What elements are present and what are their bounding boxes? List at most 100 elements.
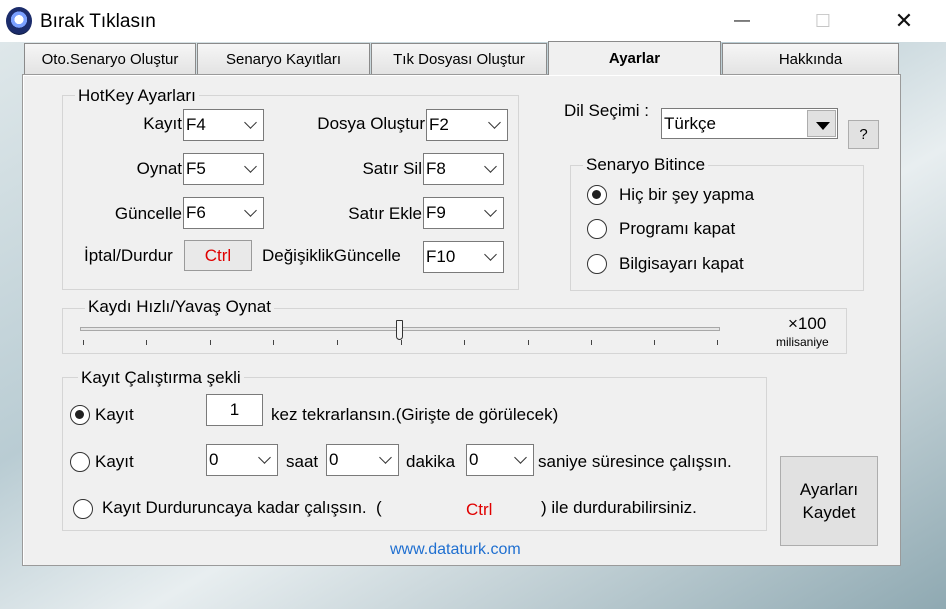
run-mode-title: Kayıt Çalıştırma şekli xyxy=(78,368,244,388)
slider-tick xyxy=(146,340,147,345)
tab-hakkinda[interactable]: Hakkında xyxy=(722,43,899,74)
slider-tick xyxy=(83,340,84,345)
slider-tick xyxy=(401,340,402,345)
selected-value: Türkçe xyxy=(664,113,716,133)
dropdown-button[interactable] xyxy=(807,110,836,137)
satirekle-hotkey-label: Satır Ekle xyxy=(348,204,422,223)
stop-suffix-label: ) ile durdurabilirsiniz. xyxy=(541,498,697,517)
speed-unit: milisaniye xyxy=(776,335,829,349)
selected-value: 0 xyxy=(329,450,339,469)
chevron-down-icon xyxy=(484,204,497,217)
iptal-hotkey-label: İptal/Durdur xyxy=(84,246,173,265)
run-mode-radio-repeat[interactable] xyxy=(70,405,90,425)
minimize-icon: — xyxy=(734,12,750,29)
degisiklik-hotkey-label: DeğişiklikGüncelle xyxy=(262,246,401,265)
chevron-down-icon xyxy=(244,160,257,173)
tab-label: Hakkında xyxy=(778,50,843,68)
dropdown-arrow-icon xyxy=(816,122,830,130)
speed-group-title: Kaydı Hızlı/Yavaş Oynat xyxy=(85,297,274,317)
scenario-end-radio-1[interactable] xyxy=(587,219,607,239)
selected-value: F2 xyxy=(429,115,449,134)
title-bar: Bırak Tıklasın — ☐ ✕ xyxy=(0,0,946,42)
oynat-hotkey-select[interactable]: F5 xyxy=(183,153,264,185)
chevron-down-icon xyxy=(258,451,271,464)
run-mode-radio-duration[interactable] xyxy=(70,452,90,472)
scenario-end-option-label: Programı kapat xyxy=(619,219,736,238)
guncelle-hotkey-label: Güncelle xyxy=(114,204,182,223)
satirekle-hotkey-select[interactable]: F9 xyxy=(423,197,504,229)
window-title: Bırak Tıklasın xyxy=(40,11,156,32)
maximize-icon: ☐ xyxy=(814,10,832,31)
satirsil-hotkey-select[interactable]: F8 xyxy=(423,153,504,185)
selected-value: F5 xyxy=(186,159,206,178)
close-button[interactable]: ✕ xyxy=(881,0,927,42)
tab-label: Senaryo Kayıtları xyxy=(225,50,342,68)
repeat-suffix-label: kez tekrarlansın.(Girişte de görülecek) xyxy=(271,405,559,424)
slider-tick xyxy=(273,340,274,345)
iptal-hotkey-box: Ctrl xyxy=(184,240,252,271)
tab-label: Tık Dosyası Oluştur xyxy=(393,50,525,68)
save-settings-button[interactable]: Ayarları Kaydet xyxy=(780,456,878,546)
minimize-button[interactable]: — xyxy=(719,0,765,42)
speed-slider-thumb[interactable] xyxy=(396,320,403,340)
slider-tick xyxy=(591,340,592,345)
tab-oto-senaryo[interactable]: Oto.Senaryo Oluştur xyxy=(24,43,196,74)
hours-select[interactable]: 0 xyxy=(206,444,278,476)
repeat-count-input[interactable]: 1 xyxy=(206,394,263,426)
selected-value: 0 xyxy=(209,450,219,469)
website-link[interactable]: www.dataturk.com xyxy=(390,541,521,559)
satirsil-hotkey-label: Satır Sil xyxy=(362,159,422,178)
tab-tik-dosyasi[interactable]: Tık Dosyası Oluştur xyxy=(371,43,547,74)
close-icon: ✕ xyxy=(894,8,914,33)
run-mode-radio-until-stop[interactable] xyxy=(73,499,93,519)
hours-label: saat xyxy=(286,452,319,471)
chevron-down-icon xyxy=(514,451,527,464)
minutes-label: dakika xyxy=(406,452,456,471)
chevron-down-icon xyxy=(244,116,257,129)
selected-value: F4 xyxy=(186,115,206,134)
dosya-hotkey-select[interactable]: F2 xyxy=(426,109,508,141)
app-icon[interactable] xyxy=(6,7,32,35)
scenario-end-title: Senaryo Bitince xyxy=(583,155,709,175)
save-button-line1: Ayarları xyxy=(799,480,859,499)
tab-label: Ayarlar xyxy=(608,50,661,67)
selected-value: F8 xyxy=(426,159,446,178)
stop-key-label: Ctrl xyxy=(466,500,493,519)
run-mode-duration-label: Kayıt xyxy=(95,452,134,471)
seconds-select[interactable]: 0 xyxy=(466,444,534,476)
scenario-end-option-label: Bilgisayarı kapat xyxy=(619,254,744,273)
slider-tick xyxy=(337,340,338,345)
seconds-label: saniye süresince çalışsın. xyxy=(538,452,732,471)
scenario-end-option-label: Hiç bir şey yapma xyxy=(619,185,755,204)
selected-value: F6 xyxy=(186,203,206,222)
language-select[interactable]: Türkçe xyxy=(661,108,838,139)
selected-value: F9 xyxy=(426,203,446,222)
slider-tick xyxy=(717,340,718,345)
tab-label: Oto.Senaryo Oluştur xyxy=(41,50,179,68)
slider-tick xyxy=(654,340,655,345)
slider-tick xyxy=(464,340,465,345)
selected-value: F10 xyxy=(426,247,456,266)
guncelle-hotkey-select[interactable]: F6 xyxy=(183,197,264,229)
chevron-down-icon xyxy=(379,451,392,464)
oynat-hotkey-label: Oynat xyxy=(136,159,182,178)
degisiklik-hotkey-select[interactable]: F10 xyxy=(423,241,504,273)
tab-senaryo-kayitlari[interactable]: Senaryo Kayıtları xyxy=(197,43,370,74)
language-label: Dil Seçimi : xyxy=(564,101,650,120)
hotkey-group-title: HotKey Ayarları xyxy=(75,86,199,106)
slider-tick xyxy=(210,340,211,345)
speed-multiplier: ×100 xyxy=(788,314,827,333)
maximize-button: ☐ xyxy=(800,0,846,42)
chevron-down-icon xyxy=(484,160,497,173)
scenario-end-radio-2[interactable] xyxy=(587,254,607,274)
slider-tick xyxy=(528,340,529,345)
help-button[interactable]: ? xyxy=(848,120,879,149)
chevron-down-icon xyxy=(488,116,501,129)
kayit-hotkey-label: Kayıt xyxy=(143,114,182,133)
kayit-hotkey-select[interactable]: F4 xyxy=(183,109,264,141)
minutes-select[interactable]: 0 xyxy=(326,444,399,476)
tab-ayarlar[interactable]: Ayarlar xyxy=(548,41,721,75)
chevron-down-icon xyxy=(484,248,497,261)
dosya-hotkey-label: Dosya Oluştur xyxy=(317,114,425,133)
scenario-end-radio-0[interactable] xyxy=(587,185,607,205)
